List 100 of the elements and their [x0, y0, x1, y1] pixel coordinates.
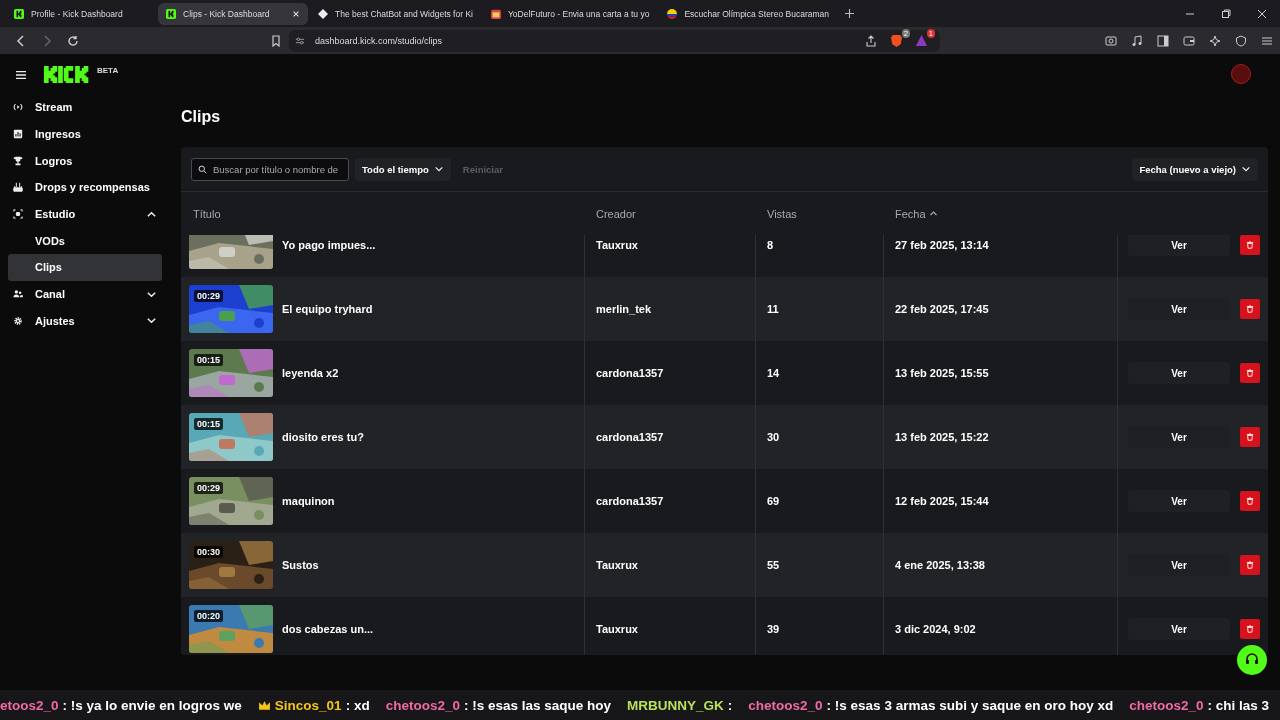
chat-username: etoos2_0	[0, 697, 59, 713]
sidebar-item[interactable]: Estudio	[8, 200, 162, 228]
beta-label: BETA	[97, 66, 119, 75]
shield-icon[interactable]	[1235, 34, 1247, 47]
stream-icon	[13, 102, 23, 113]
table-row[interactable]: 00:15 diosito eres tu? cardona1357 30 13 feb 2025, 15:22 Ver	[181, 405, 1268, 469]
browser-tab[interactable]: Profile - Kick Dashboard	[6, 2, 156, 25]
flag-icon	[667, 8, 678, 19]
table-row[interactable]: 00:29 El equipo tryhard merlin_tek 11 22 feb 2025, 17:45 Ver	[181, 277, 1268, 341]
browser-tab[interactable]: Clips - Kick Dashboard	[158, 2, 308, 25]
clip-title: Yo pago impues...	[282, 239, 376, 251]
sidebar-item[interactable]: Ingresos	[8, 120, 162, 148]
sidebar-item[interactable]: Ajustes	[8, 307, 162, 335]
close-icon[interactable]	[292, 9, 300, 18]
duration-label: 00:15	[194, 418, 224, 430]
forward-icon[interactable]	[41, 34, 53, 47]
sidebar-icon[interactable]	[1157, 34, 1169, 47]
close-icon[interactable]	[1257, 8, 1267, 19]
table-cell: 4 ene 2025, 13:38	[895, 559, 985, 571]
browser-tab[interactable]: The best ChatBot and Widgets for Ki	[310, 2, 481, 25]
browser-tab[interactable]: Escuchar Olímpica Stereo Bucaraman	[659, 2, 837, 25]
people-icon	[13, 289, 23, 300]
delete-button[interactable]	[1240, 491, 1260, 511]
sort-dropdown[interactable]: Fecha (nuevo a viejo)	[1132, 157, 1258, 181]
view-button[interactable]: Ver	[1128, 298, 1230, 320]
trash-icon	[1246, 241, 1254, 249]
chat-message: : !s esas 3 armas subi y saque en oro hoy xd	[826, 697, 1114, 713]
column-header[interactable]: Título	[193, 207, 221, 220]
table-cell: merlin_tek	[596, 303, 652, 315]
sidebar-item[interactable]: Logros	[8, 147, 162, 175]
music-note-icon[interactable]	[1131, 34, 1143, 47]
delete-button[interactable]	[1240, 299, 1260, 319]
view-button[interactable]: Ver	[1128, 554, 1230, 576]
diamond-icon	[318, 8, 328, 19]
table-cell: Tauxrux	[596, 623, 638, 635]
table-cell: 27 feb 2025, 13:14	[895, 239, 989, 251]
view-button[interactable]: Ver	[1128, 618, 1230, 640]
period-dropdown[interactable]: Todo el tiempo	[355, 157, 451, 181]
view-button[interactable]: Ver	[1128, 235, 1230, 256]
sidebar-item[interactable]: Clips	[8, 254, 162, 281]
column-header[interactable]: Creador	[596, 207, 636, 220]
clip-title: leyenda x2	[282, 367, 339, 379]
delete-button[interactable]	[1240, 619, 1260, 639]
column-header[interactable]: Vistas	[767, 207, 797, 220]
delete-button[interactable]	[1240, 555, 1260, 575]
bookmark-icon[interactable]	[269, 34, 282, 47]
chat-username: chetoos2_0	[1129, 697, 1204, 713]
table-cell: 13 feb 2025, 15:22	[895, 431, 989, 443]
menu-icon[interactable]	[15, 70, 27, 80]
chart-icon	[13, 129, 23, 140]
chat-message: : chi las 3	[1207, 697, 1270, 713]
chat-message: : xd	[345, 697, 370, 713]
back-icon[interactable]	[15, 34, 27, 47]
wallet-icon[interactable]	[1183, 34, 1195, 47]
page-title: Clips	[181, 108, 222, 127]
chat-message: :	[727, 697, 733, 713]
chat-username: Sincos_01	[274, 697, 342, 713]
delete-button[interactable]	[1240, 363, 1260, 383]
clip-title: dos cabezas un...	[282, 623, 374, 635]
help-button[interactable]	[1237, 645, 1267, 675]
browser-tab[interactable]: YoDelFuturo - Envia una carta a tu yo	[482, 2, 658, 25]
site-settings-icon[interactable]	[294, 35, 305, 46]
clip-title: El equipo tryhard	[282, 303, 373, 315]
table-row[interactable]: 00:20 dos cabezas un... Tauxrux 39 3 dic 2024, 9:02 Ver	[181, 597, 1268, 655]
table-cell: 3 dic 2024, 9:02	[895, 623, 976, 635]
view-button[interactable]: Ver	[1128, 490, 1230, 512]
table-cell: 30	[767, 431, 780, 443]
reload-icon[interactable]	[67, 34, 79, 47]
view-button[interactable]: Ver	[1128, 362, 1230, 384]
sidebar-item[interactable]: VODs	[8, 227, 162, 255]
table-cell: 39	[767, 623, 780, 635]
sidebar-item[interactable]: Canal	[8, 280, 162, 308]
table-cell: cardona1357	[596, 495, 664, 507]
delete-button[interactable]	[1240, 427, 1260, 447]
sidebar-item[interactable]: Stream	[8, 94, 162, 121]
column-header[interactable]: Fecha	[895, 207, 926, 220]
table-row[interactable]: 00:30 Sustos Tauxrux 55 4 ene 2025, 13:38 Ver	[181, 533, 1268, 597]
crown-icon	[257, 698, 271, 712]
duration-label: 00:29	[194, 290, 224, 302]
screenshot-icon[interactable]	[1105, 34, 1117, 47]
view-button[interactable]: Ver	[1128, 426, 1230, 448]
table-cell: 69	[767, 495, 780, 507]
delete-button[interactable]	[1240, 235, 1260, 255]
chevron-down-icon	[1241, 164, 1251, 174]
clip-title: Sustos	[282, 559, 319, 571]
kick-favicon-icon	[166, 8, 176, 19]
restore-icon[interactable]	[1221, 8, 1231, 19]
triangle-icon[interactable]	[915, 34, 929, 47]
duration-label: 00:20	[194, 610, 224, 622]
search-field[interactable]: Buscar por título o nombre de	[191, 157, 349, 181]
duration-label: 00:29	[194, 482, 224, 494]
new-tab-icon[interactable]	[844, 9, 854, 18]
sidebar-item[interactable]: Drops y recompensas	[8, 174, 162, 201]
table-cell: cardona1357	[596, 367, 664, 379]
duration-label: 00:30	[194, 546, 224, 558]
table-cell: 22 feb 2025, 17:45	[895, 303, 989, 315]
share-icon[interactable]	[865, 34, 878, 47]
trash-icon	[1246, 433, 1254, 441]
sparkle-icon[interactable]	[1209, 34, 1221, 47]
search-icon	[198, 164, 207, 174]
